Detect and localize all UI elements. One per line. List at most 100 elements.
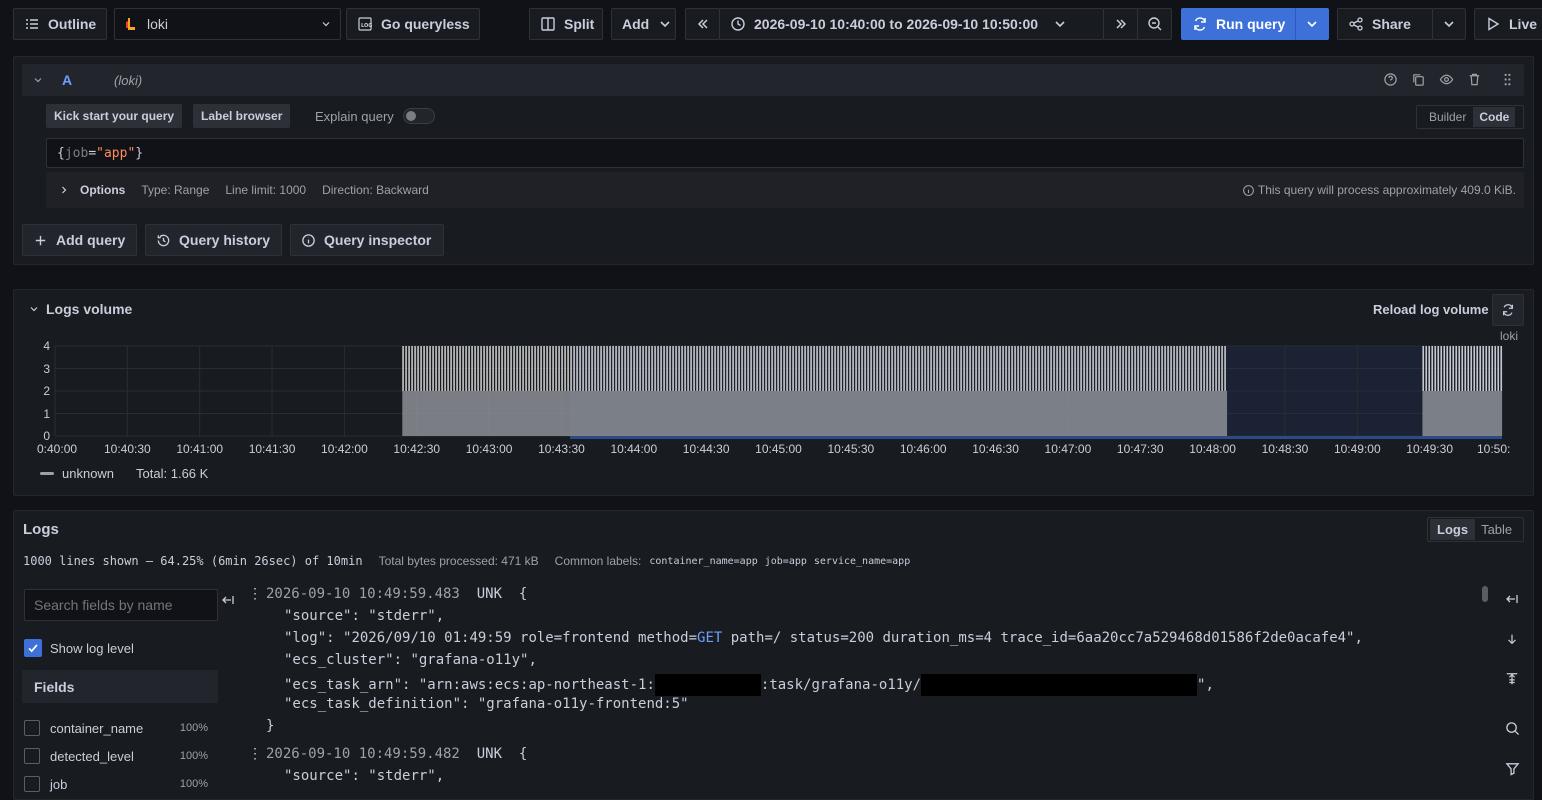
field-row[interactable]: container_name 100%	[24, 716, 220, 740]
volume-bar[interactable]	[429, 346, 431, 391]
volume-bar[interactable]	[411, 346, 413, 391]
collapse-sidebar-icon[interactable]	[220, 592, 236, 608]
volume-bar[interactable]	[438, 346, 440, 391]
arrow-down-icon[interactable]	[1500, 627, 1524, 651]
volume-bar[interactable]	[486, 346, 488, 391]
volume-bar[interactable]	[963, 346, 965, 391]
query-inspector-button[interactable]: Query inspector	[290, 224, 444, 256]
volume-bar[interactable]	[1041, 346, 1043, 391]
legend-series-name[interactable]: unknown	[62, 466, 114, 481]
volume-bar[interactable]	[948, 346, 950, 391]
volume-bar[interactable]	[528, 346, 530, 391]
volume-bar[interactable]	[1017, 346, 1019, 391]
volume-bar[interactable]	[1452, 346, 1455, 391]
split-button[interactable]: Split	[529, 8, 603, 40]
volume-bar[interactable]	[1152, 346, 1154, 391]
volume-bar[interactable]	[789, 346, 791, 391]
volume-bar[interactable]	[1065, 346, 1067, 391]
volume-bar[interactable]	[765, 346, 767, 391]
volume-bar[interactable]	[468, 346, 470, 391]
volume-bar[interactable]	[600, 346, 602, 391]
volume-bar[interactable]	[840, 346, 842, 391]
query-ref-id[interactable]: A	[62, 72, 72, 88]
volume-bar[interactable]	[495, 346, 497, 391]
volume-bar[interactable]	[825, 346, 827, 391]
volume-bar[interactable]	[474, 346, 476, 391]
share-options-button[interactable]	[1432, 8, 1466, 40]
volume-bar[interactable]	[1425, 346, 1428, 391]
volume-bar[interactable]	[888, 346, 890, 391]
chevron-down-icon[interactable]	[32, 74, 44, 86]
volume-bar[interactable]	[444, 346, 446, 391]
volume-bar[interactable]	[1476, 346, 1479, 391]
volume-bar[interactable]	[750, 346, 752, 391]
volume-bar[interactable]	[939, 346, 941, 391]
volume-bar[interactable]	[879, 346, 881, 391]
eye-icon[interactable]	[1439, 72, 1454, 87]
query-history-button[interactable]: Query history	[145, 224, 282, 256]
volume-bar[interactable]	[1455, 346, 1458, 391]
volume-bar[interactable]	[1437, 346, 1440, 391]
volume-bar[interactable]	[1035, 346, 1037, 391]
volume-bar[interactable]	[402, 346, 404, 391]
volume-bar[interactable]	[966, 346, 968, 391]
volume-bar[interactable]	[1212, 346, 1214, 391]
volume-bar[interactable]	[861, 346, 863, 391]
volume-bar[interactable]	[561, 346, 563, 391]
volume-bar[interactable]	[1434, 346, 1437, 391]
volume-bar[interactable]	[450, 346, 452, 391]
volume-bar[interactable]	[660, 346, 662, 391]
volume-bar[interactable]	[936, 346, 938, 391]
field-row[interactable]: job 100%	[24, 772, 220, 796]
volume-bar[interactable]	[681, 346, 683, 391]
volume-bar[interactable]	[426, 346, 428, 391]
volume-bar[interactable]	[993, 346, 995, 391]
volume-bar[interactable]	[1032, 346, 1034, 391]
volume-bar[interactable]	[633, 346, 635, 391]
volume-bar[interactable]	[1458, 346, 1461, 391]
volume-bar[interactable]	[441, 346, 443, 391]
volume-bar[interactable]	[1164, 346, 1166, 391]
volume-bar[interactable]	[624, 346, 626, 391]
volume-bar[interactable]	[726, 346, 728, 391]
volume-bar[interactable]	[1023, 346, 1025, 391]
volume-bar[interactable]	[699, 346, 701, 391]
volume-bar[interactable]	[546, 346, 548, 391]
volume-bar[interactable]	[933, 346, 935, 391]
live-button[interactable]: Live	[1474, 8, 1542, 40]
volume-bar[interactable]	[1119, 346, 1121, 391]
volume-bar[interactable]	[1194, 346, 1196, 391]
volume-bar[interactable]	[1074, 346, 1076, 391]
volume-bar[interactable]	[1005, 346, 1007, 391]
volume-bar[interactable]	[1056, 346, 1058, 391]
time-shift-forward-button[interactable]	[1103, 8, 1138, 40]
volume-bar[interactable]	[954, 346, 956, 391]
volume-bar[interactable]	[618, 346, 620, 391]
add-query-button[interactable]: Add query	[22, 224, 137, 256]
volume-bar[interactable]	[876, 346, 878, 391]
volume-bar[interactable]	[432, 346, 434, 391]
volume-bar[interactable]	[591, 346, 593, 391]
volume-bar[interactable]	[771, 346, 773, 391]
volume-bar[interactable]	[1470, 346, 1473, 391]
volume-bar[interactable]	[723, 346, 725, 391]
volume-bar[interactable]	[1215, 346, 1217, 391]
filter-icon[interactable]	[1500, 756, 1524, 780]
volume-bar[interactable]	[1446, 346, 1449, 391]
volume-bar[interactable]	[741, 346, 743, 391]
volume-bar[interactable]	[744, 346, 746, 391]
datasource-picker[interactable]: loki	[114, 8, 341, 40]
volume-bar[interactable]	[735, 346, 737, 391]
volume-bar[interactable]	[1068, 346, 1070, 391]
volume-bar[interactable]	[540, 346, 542, 391]
volume-bar[interactable]	[552, 346, 554, 391]
volume-bar[interactable]	[1149, 346, 1151, 391]
volume-bar[interactable]	[1131, 346, 1133, 391]
volume-bar[interactable]	[597, 346, 599, 391]
volume-bar[interactable]	[525, 346, 527, 391]
volume-bar[interactable]	[1428, 346, 1431, 391]
volume-bar[interactable]	[1101, 346, 1103, 391]
volume-bar[interactable]	[792, 346, 794, 391]
volume-bar[interactable]	[513, 346, 515, 391]
volume-bar[interactable]	[585, 346, 587, 391]
